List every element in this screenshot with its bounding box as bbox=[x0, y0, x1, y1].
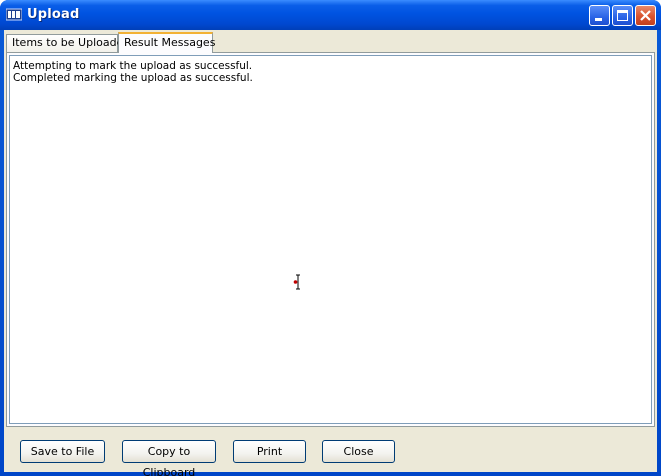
tab-result-messages[interactable]: Result Messages bbox=[118, 32, 215, 53]
window-title: Upload bbox=[27, 7, 80, 22]
upload-window: Upload Items to be Uploaded Result Messa… bbox=[0, 0, 661, 476]
button-bar: Save to File Copy to Clipboard Print Clo… bbox=[4, 430, 657, 476]
text-cursor-icon bbox=[293, 274, 300, 290]
tab-items-to-be-uploaded[interactable]: Items to be Uploaded bbox=[6, 34, 130, 52]
minimize-button[interactable] bbox=[589, 5, 610, 26]
print-button[interactable]: Print bbox=[233, 440, 306, 463]
tab-panel: Attempting to mark the upload as success… bbox=[6, 52, 655, 427]
close-window-button[interactable] bbox=[635, 5, 656, 26]
result-messages-textarea[interactable]: Attempting to mark the upload as success… bbox=[9, 55, 652, 424]
maximize-button[interactable] bbox=[612, 5, 633, 26]
save-to-file-button[interactable]: Save to File bbox=[20, 440, 105, 463]
minimize-icon bbox=[595, 18, 602, 21]
title-bar[interactable]: Upload bbox=[0, 0, 661, 30]
maximize-icon bbox=[617, 10, 628, 21]
upload-app-icon bbox=[6, 8, 22, 21]
message-line: Attempting to mark the upload as success… bbox=[13, 60, 253, 72]
message-line: Completed marking the upload as successf… bbox=[13, 72, 253, 84]
close-icon bbox=[640, 10, 651, 21]
copy-to-clipboard-button[interactable]: Copy to Clipboard bbox=[122, 440, 216, 476]
close-button[interactable]: Close bbox=[322, 440, 395, 463]
window-client-area: Items to be Uploaded Result Messages Att… bbox=[4, 30, 657, 476]
